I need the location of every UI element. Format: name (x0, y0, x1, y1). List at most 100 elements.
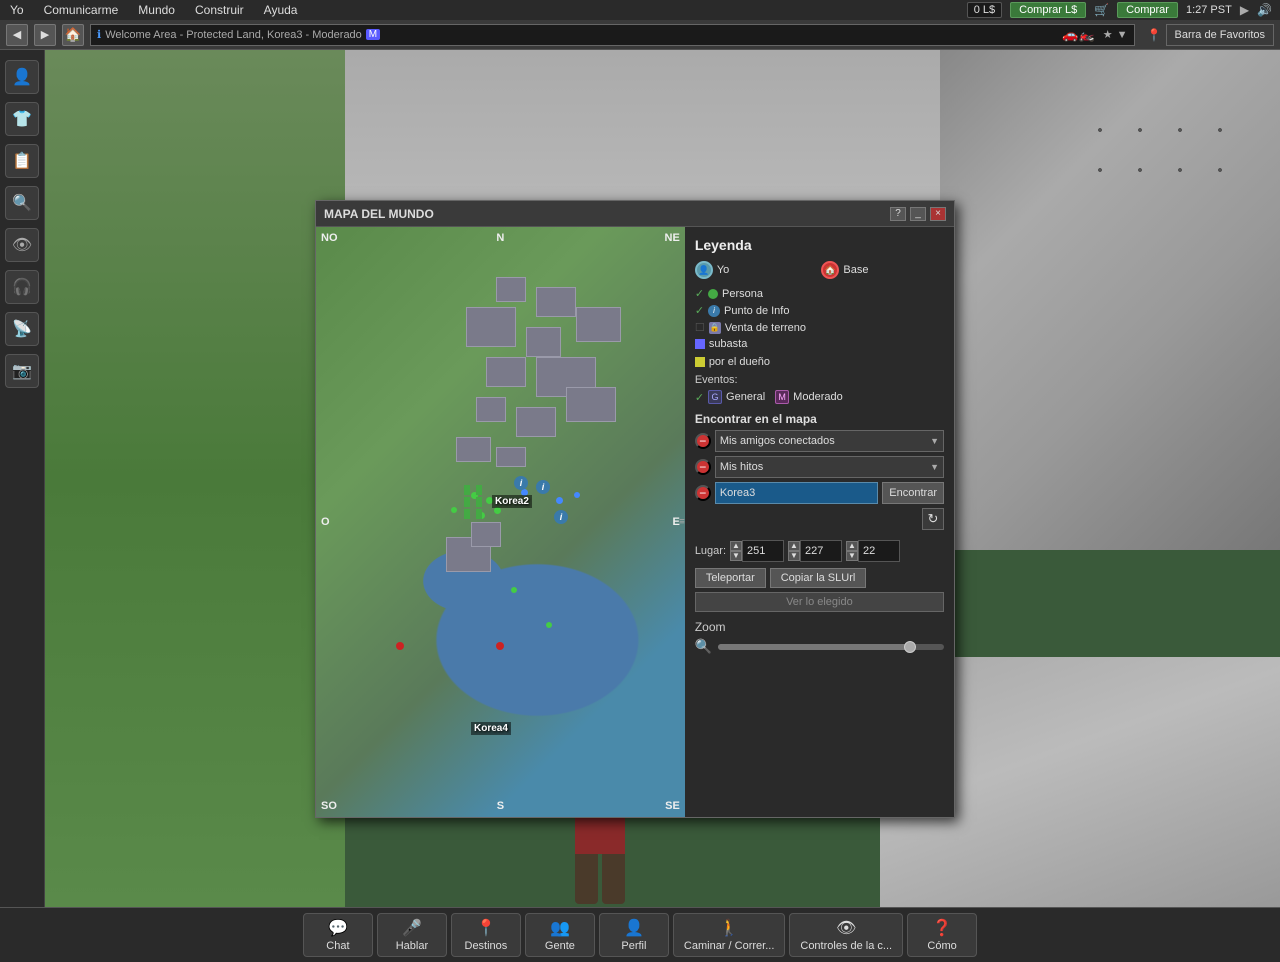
sidebar-icon-photo[interactable]: 📷 (5, 354, 39, 388)
find-row-3: − Encontrar (695, 482, 944, 504)
coord3-down[interactable]: ▼ (846, 551, 858, 561)
sidebar-icon-avatar[interactable]: 👤 (5, 60, 39, 94)
yo-icon: 👤 (695, 261, 713, 279)
taskbar-chat-button[interactable]: 💬 Chat (303, 913, 373, 957)
persona-label: Persona (722, 288, 763, 300)
sidebar-icon-search[interactable]: 🔍 (5, 186, 39, 220)
coord2-group: ▲ ▼ (788, 540, 842, 562)
coord1-down[interactable]: ▼ (730, 551, 742, 561)
taskbar-gente-button[interactable]: 👥 Gente (525, 913, 595, 957)
refresh-button[interactable]: ↻ (922, 508, 944, 530)
buy-linden-button[interactable]: Comprar L$ (1010, 2, 1086, 18)
caminar-icon: 🚶 (719, 918, 739, 938)
map-building-3 (466, 307, 516, 347)
compass-sw: SO (321, 800, 337, 812)
find-section-title: Encontrar en el mapa (695, 412, 944, 426)
perfil-label: Perfil (621, 940, 646, 952)
taskbar-perfil-button[interactable]: 👤 Perfil (599, 913, 669, 957)
zoom-track (718, 644, 910, 650)
sidebar-icon-media[interactable]: 📡 (5, 312, 39, 346)
menu-comunicarme[interactable]: Comunicarme (34, 3, 129, 17)
map-building-5 (576, 307, 621, 342)
taskbar-como-button[interactable]: ❓ Cómo (907, 913, 977, 957)
coord1-input[interactable] (742, 540, 784, 562)
map-green-buildings (464, 485, 470, 519)
punto-info-icon: i (708, 305, 720, 317)
taskbar-destinos-button[interactable]: 📍 Destinos (451, 913, 521, 957)
coord3-up[interactable]: ▲ (846, 541, 858, 551)
taskbar: 💬 Chat 🎤 Hablar 📍 Destinos 👥 Gente 👤 Per… (0, 907, 1280, 962)
map-building-12 (496, 447, 526, 467)
help-button[interactable]: ? (890, 207, 906, 221)
map-dot-red-1 (396, 642, 404, 650)
dropdown-icon[interactable]: ▼ (1117, 29, 1128, 41)
map-green-buildings-2 (476, 485, 482, 519)
map-dot-green-6 (511, 587, 517, 593)
find-input-field[interactable] (715, 482, 878, 504)
taskbar-caminar-button[interactable]: 🚶 Caminar / Correr... (673, 913, 785, 957)
map-info-icon-3: i (554, 509, 568, 524)
action-row: Teleportar Copiar la SLUrl (695, 568, 944, 588)
controles-label: Controles de la c... (800, 940, 892, 952)
menu-mundo[interactable]: Mundo (128, 3, 185, 17)
char-leg-left (575, 854, 598, 904)
favorites-button[interactable]: Barra de Favoritos (1166, 24, 1274, 46)
sidebar-icon-clothing[interactable]: 👕 (5, 102, 39, 136)
close-button[interactable]: × (930, 207, 946, 221)
taskbar-hablar-button[interactable]: 🎤 Hablar (377, 913, 447, 957)
buy-button[interactable]: Comprar (1117, 2, 1178, 18)
coord2-input[interactable] (800, 540, 842, 562)
sidebar-icon-audio[interactable]: 🎧 (5, 270, 39, 304)
map-building-7 (486, 357, 526, 387)
zoom-label: Zoom (695, 620, 944, 634)
minimize-button[interactable]: _ (910, 207, 926, 221)
ver-elegido-button[interactable]: Ver lo elegido (695, 592, 944, 612)
map-label-korea4: Korea4 (471, 722, 511, 735)
remove-find-2-button[interactable]: − (695, 459, 711, 475)
teleport-section: Lugar: ▲ ▼ ▲ ▼ (695, 540, 944, 612)
scroll-indicator: ≡ (679, 517, 685, 528)
legend-yo-base-grid: 👤 Yo 🏠 Base (695, 261, 944, 279)
coord2-up[interactable]: ▲ (788, 541, 800, 551)
zoom-slider[interactable] (718, 644, 944, 650)
caminar-label: Caminar / Correr... (684, 940, 774, 952)
back-button[interactable]: ◀ (6, 24, 28, 46)
home-button[interactable]: 🏠 (62, 24, 84, 46)
yo-label: Yo (717, 264, 729, 276)
controles-icon: 👁 (836, 918, 856, 938)
forward-button[interactable]: ▶ (34, 24, 56, 46)
moderado-label: Moderado (793, 391, 843, 403)
base-label: Base (843, 264, 868, 276)
general-label: General (726, 391, 765, 403)
general-g-icon: G (708, 390, 722, 404)
sidebar-icon-camera[interactable]: 👁 (5, 228, 39, 262)
taskbar-controles-button[interactable]: 👁 Controles de la c... (789, 913, 903, 957)
venta-label: Venta de terreno (725, 322, 806, 334)
coord2-down[interactable]: ▼ (788, 551, 800, 561)
gente-label: Gente (545, 940, 575, 952)
map-canvas[interactable]: i i i Korea2 Korea4 (316, 227, 685, 817)
mod-badge: M (366, 29, 380, 40)
zoom-handle[interactable] (904, 641, 916, 653)
coord3-group: ▲ ▼ (846, 540, 900, 562)
menu-ayuda[interactable]: Ayuda (254, 3, 308, 17)
map-building-11 (456, 437, 491, 462)
map-dot-green-4 (494, 507, 501, 514)
concrete-wall-right (940, 50, 1280, 550)
map-building-8 (476, 397, 506, 422)
coord3-input[interactable] (858, 540, 900, 562)
remove-find-3-button[interactable]: − (695, 485, 711, 501)
buy-cart-icon: 🛒 (1094, 3, 1109, 17)
find-row-2: − Mis hitos ▼ (695, 456, 944, 478)
teleport-button[interactable]: Teleportar (695, 568, 766, 588)
menu-construir[interactable]: Construir (185, 3, 254, 17)
coord1-up[interactable]: ▲ (730, 541, 742, 551)
find-dropdown-2-icon: ▼ (930, 462, 939, 472)
find-button[interactable]: Encontrar (882, 482, 944, 504)
sidebar-icon-inventory[interactable]: 📋 (5, 144, 39, 178)
bookmark-icon[interactable]: ★ (1103, 28, 1113, 41)
map-label-korea2: Korea2 (492, 495, 532, 508)
slurl-button[interactable]: Copiar la SLUrl (770, 568, 867, 588)
menu-yo[interactable]: Yo (0, 3, 34, 17)
remove-find-1-button[interactable]: − (695, 433, 711, 449)
